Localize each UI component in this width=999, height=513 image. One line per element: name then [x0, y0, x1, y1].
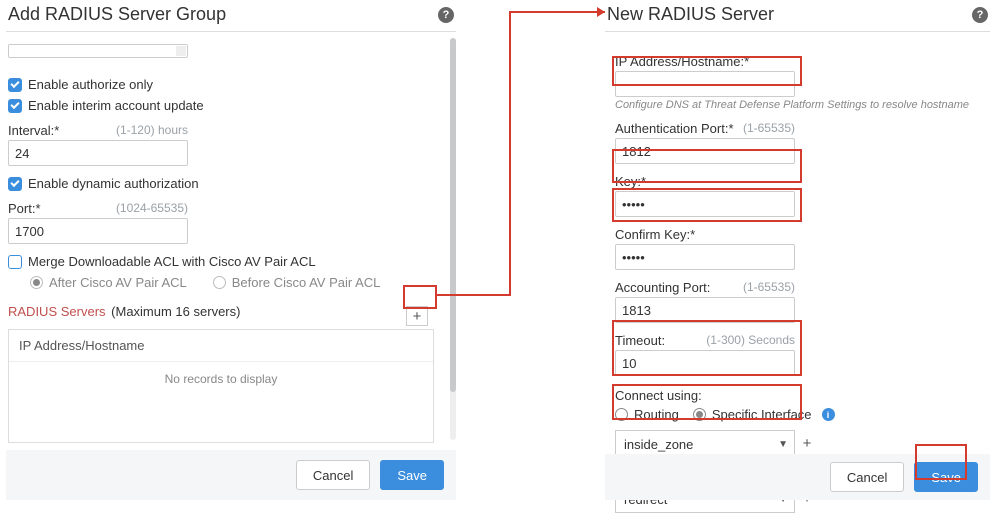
after-av-pair-label: After Cisco AV Pair ACL — [49, 275, 187, 290]
info-icon[interactable]: i — [822, 408, 835, 421]
overflow-field[interactable] — [8, 44, 188, 58]
enable-interim-label: Enable interim account update — [28, 98, 204, 113]
acct-port-label: Accounting Port: — [615, 280, 710, 295]
confirm-key-label: Confirm Key:* — [615, 227, 695, 242]
radius-servers-heading: RADIUS Servers (Maximum 16 servers) — [8, 304, 454, 319]
specific-interface-label: Specific Interface — [712, 407, 812, 422]
help-icon[interactable]: ? — [972, 7, 988, 23]
cancel-button[interactable]: Cancel — [296, 460, 370, 490]
port-input[interactable] — [8, 218, 188, 244]
before-av-pair-radio[interactable] — [213, 276, 226, 289]
cancel-button[interactable]: Cancel — [830, 462, 904, 492]
port-hint: (1024-65535) — [116, 201, 188, 216]
add-server-button[interactable]: + — [406, 306, 428, 326]
timeout-label: Timeout: — [615, 333, 665, 348]
interval-input[interactable] — [8, 140, 188, 166]
interval-label: Interval:* — [8, 123, 59, 138]
auth-port-hint: (1-65535) — [743, 121, 795, 136]
save-button[interactable]: Save — [914, 462, 978, 492]
add-interface-button[interactable]: + — [799, 435, 815, 451]
timeout-input[interactable] — [615, 350, 795, 376]
merge-acl-checkbox[interactable] — [8, 255, 22, 269]
merge-acl-label: Merge Downloadable ACL with Cisco AV Pai… — [28, 254, 316, 269]
left-title: Add RADIUS Server Group — [8, 4, 226, 25]
acct-port-input[interactable] — [615, 297, 795, 323]
after-av-pair-radio[interactable] — [30, 276, 43, 289]
before-av-pair-label: Before Cisco AV Pair ACL — [232, 275, 381, 290]
key-label: Key:* — [615, 174, 646, 189]
enable-dynamic-auth-checkbox[interactable] — [8, 177, 22, 191]
port-label: Port:* — [8, 201, 41, 216]
routing-radio[interactable] — [615, 408, 628, 421]
auth-port-input[interactable] — [615, 138, 795, 164]
specific-interface-radio[interactable] — [693, 408, 706, 421]
key-input[interactable] — [615, 191, 795, 217]
auth-port-label: Authentication Port:* — [615, 121, 734, 136]
timeout-hint: (1-300) Seconds — [706, 333, 795, 348]
connect-using-label: Connect using: — [615, 388, 702, 403]
ip-hostname-input[interactable] — [615, 71, 795, 97]
enable-authorize-only-checkbox[interactable] — [8, 78, 22, 92]
scroll-thumb[interactable] — [450, 38, 456, 392]
right-title: New RADIUS Server — [607, 4, 774, 25]
enable-interim-checkbox[interactable] — [8, 99, 22, 113]
routing-label: Routing — [634, 407, 679, 422]
dns-hint: Configure DNS at Threat Defense Platform… — [615, 99, 988, 111]
acct-port-hint: (1-65535) — [743, 280, 795, 295]
ip-hostname-label: IP Address/Hostname:* — [615, 54, 749, 69]
col-ip-hostname: IP Address/Hostname — [9, 330, 433, 362]
radius-servers-table: + IP Address/Hostname No records to disp… — [8, 329, 434, 443]
chevron-down-icon: ▼ — [778, 439, 788, 450]
confirm-key-input[interactable] — [615, 244, 795, 270]
enable-authorize-only-label: Enable authorize only — [28, 77, 153, 92]
interval-hint: (1-120) hours — [116, 123, 188, 138]
flow-arrow — [430, 0, 610, 310]
add-radius-group-panel: Add RADIUS Server Group ? Enable authori… — [6, 0, 456, 500]
help-icon[interactable]: ? — [438, 7, 454, 23]
table-empty-text: No records to display — [9, 362, 433, 442]
enable-dynamic-auth-label: Enable dynamic authorization — [28, 176, 199, 191]
new-radius-server-panel: New RADIUS Server ? IP Address/Hostname:… — [605, 0, 990, 500]
save-button[interactable]: Save — [380, 460, 444, 490]
interface-value: inside_zone — [624, 437, 693, 452]
scrollbar[interactable] — [450, 38, 456, 440]
